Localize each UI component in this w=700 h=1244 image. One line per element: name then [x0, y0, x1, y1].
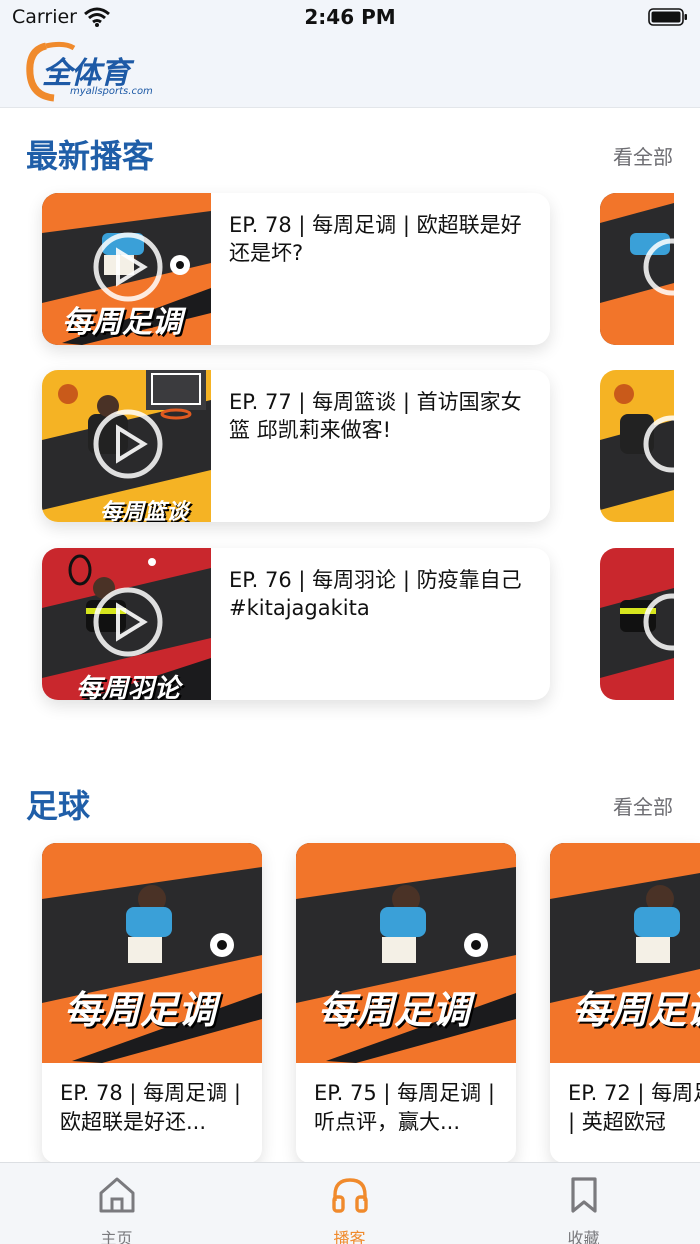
football-cover-image	[600, 193, 674, 345]
podcast-cover: 每周羽论	[42, 548, 211, 700]
cover-caption: 每周篮谈	[100, 499, 189, 522]
podcast-title: EP. 77 | 每周篮谈 | 首访国家女篮 邱凯莉来做客!	[229, 390, 522, 442]
tab-home[interactable]: 主页	[0, 1163, 233, 1244]
section-title-football: 足球	[26, 787, 91, 825]
tab-home-label: 主页	[100, 1229, 133, 1244]
football-cover: 每周足调	[550, 843, 700, 1063]
logo-subtext: myallsports.com	[70, 86, 153, 97]
football-card[interactable]: 每周足调 EP. 72 | 每周足调 | 英超欧冠	[550, 843, 700, 1163]
cover-caption: 每周足调	[318, 987, 471, 1032]
podcast-card[interactable]: 每周篮谈 EP. 77 | 每周篮谈 | 首访国家女篮 邱凯莉来做客!	[42, 370, 550, 522]
football-card-title: EP. 78 | 每周足调 | 欧超联是好还...	[60, 1081, 241, 1134]
football-cover: 每周足调	[42, 843, 262, 1063]
header-bar: Carrier 2:46 PM 全体育 myallsports.com	[0, 0, 700, 108]
app-logo: 全体育 myallsports.com	[24, 40, 153, 102]
headphones-icon	[332, 1178, 368, 1213]
basketball-cover-image	[600, 370, 674, 522]
football-cover: 每周足调	[296, 843, 516, 1063]
badminton-cover-image	[600, 548, 674, 700]
podcast-card[interactable]: 每周羽论 EP. 76 | 每周羽论 | 防疫靠自己 #kitajagakita	[42, 548, 550, 700]
tab-favorites[interactable]: 收藏	[467, 1163, 700, 1244]
cover-caption: 每周羽论	[76, 674, 181, 700]
cover-caption: 每周足调	[572, 987, 700, 1032]
podcast-title: EP. 78 | 每周足调 | 欧超联是好还是坏?	[229, 213, 522, 265]
football-card-title: EP. 75 | 每周足调 | 听点评，赢大...	[314, 1081, 495, 1134]
see-all-latest-link[interactable]: 看全部	[613, 141, 673, 170]
see-all-football-link[interactable]: 看全部	[613, 791, 673, 820]
podcast-card-peek[interactable]	[600, 548, 674, 700]
cover-caption: 每周足调	[64, 987, 217, 1032]
podcast-card-peek[interactable]	[600, 370, 674, 522]
podcast-cover: 每周足调	[42, 193, 211, 345]
bookmark-icon	[571, 1177, 597, 1213]
tab-podcast-label: 播客	[333, 1229, 366, 1244]
status-time: 2:46 PM	[304, 5, 396, 29]
home-icon	[99, 1177, 135, 1213]
tab-favorites-label: 收藏	[567, 1229, 600, 1244]
football-card[interactable]: 每周足调 EP. 78 | 每周足调 | 欧超联是好还...	[42, 843, 262, 1163]
battery-icon	[648, 8, 687, 26]
podcast-card-peek[interactable]	[600, 193, 674, 345]
cover-caption: 每周足调	[62, 305, 182, 340]
podcast-title: EP. 76 | 每周羽论 | 防疫靠自己 #kitajagakita	[229, 568, 522, 620]
tab-podcast[interactable]: 播客	[233, 1163, 466, 1244]
tab-bar: 主页 播客 收藏	[0, 1162, 700, 1244]
podcast-card[interactable]: 每周足调 EP. 78 | 每周足调 | 欧超联是好还是坏?	[42, 193, 550, 345]
football-card[interactable]: 每周足调 EP. 75 | 每周足调 | 听点评，赢大...	[296, 843, 516, 1163]
podcast-cover: 每周篮谈	[42, 370, 211, 522]
status-bar: Carrier 2:46 PM	[0, 0, 700, 36]
football-card-title: EP. 72 | 每周足调 | 英超欧冠	[568, 1081, 700, 1134]
section-title-latest: 最新播客	[26, 137, 155, 175]
